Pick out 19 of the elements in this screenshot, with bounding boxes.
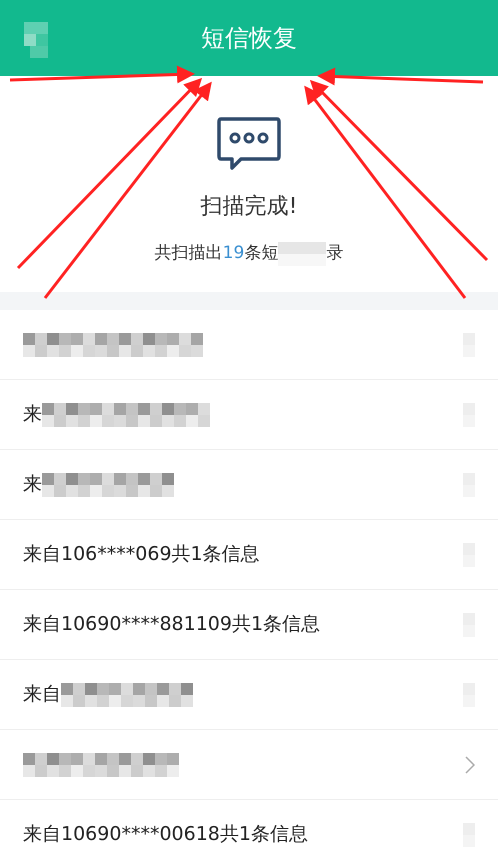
summary-text: 录 bbox=[326, 242, 344, 265]
summary-text: 条短 bbox=[244, 242, 278, 265]
message-list-item[interactable]: 来自10690****00618共1条信息 bbox=[0, 800, 498, 853]
message-source: 来自 bbox=[23, 682, 61, 708]
message-list-item[interactable]: 来自106****069共1条信息 bbox=[0, 520, 498, 590]
message-list-item[interactable]: 来自10690****881109共1条信息 bbox=[0, 590, 498, 660]
message-source: 来自10690****00618共1条信息 bbox=[23, 822, 308, 848]
scan-count: 19 bbox=[222, 242, 244, 265]
message-source: 来 bbox=[23, 402, 42, 428]
scan-title: 扫描完成! bbox=[200, 193, 298, 221]
message-source: 来 bbox=[23, 472, 42, 498]
message-source: 来自106****069共1条信息 bbox=[23, 542, 260, 568]
message-bubble-icon bbox=[217, 116, 281, 172]
message-list-item[interactable]: 来自 bbox=[0, 660, 498, 730]
message-list-item[interactable]: 来 bbox=[0, 380, 498, 450]
message-source: 来自10690****881109共1条信息 bbox=[23, 612, 320, 638]
header-title: 短信恢复 bbox=[201, 23, 297, 54]
summary-text: 共扫描出 bbox=[154, 242, 223, 265]
message-list-item[interactable]: 来 bbox=[0, 450, 498, 520]
